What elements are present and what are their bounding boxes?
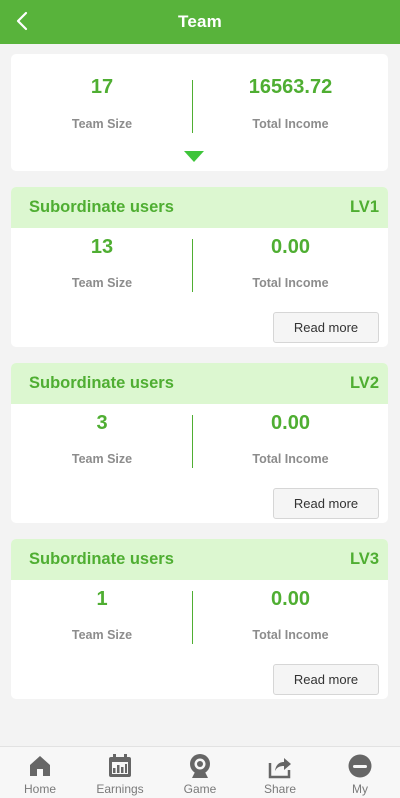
bottom-tab-bar: Home Earnings Game Share My: [0, 746, 400, 798]
total-income-stat: 0.00 Total Income: [193, 236, 388, 290]
total-income-label: Total Income: [252, 117, 329, 131]
total-income-value: 0.00: [271, 412, 310, 434]
triangle-down-icon: [184, 151, 204, 162]
total-income-label: Total Income: [252, 628, 329, 642]
share-icon: [268, 758, 291, 779]
calendar-chart-icon: [109, 754, 131, 777]
team-size-label: Team Size: [71, 276, 133, 290]
level-badge: LV2: [349, 374, 379, 392]
team-size-value: 3: [96, 412, 108, 434]
level-card-header: Subordinate users LV3: [11, 539, 388, 580]
team-size-value: 13: [90, 236, 114, 258]
total-income-value: 0.00: [271, 236, 310, 258]
level-card-title: Subordinate users: [29, 198, 174, 216]
tab-share[interactable]: Share: [240, 747, 320, 798]
level-card-body: 3 Team Size 0.00 Total Income Read more: [11, 404, 388, 523]
level-card-header: Subordinate users LV2: [11, 363, 388, 404]
level-card-lv1: Subordinate users LV1 13 Team Size 0.00 …: [11, 187, 388, 347]
level-card-lv3: Subordinate users LV3 1 Team Size 0.00 T…: [11, 539, 388, 699]
tab-label: My: [352, 782, 368, 796]
team-size-stat: 17 Team Size: [11, 76, 193, 131]
total-income-value: 0.00: [271, 588, 310, 610]
level-card-lv2: Subordinate users LV2 3 Team Size 0.00 T…: [11, 363, 388, 523]
team-size-label: Team Size: [71, 452, 133, 466]
total-income-stat: 0.00 Total Income: [193, 412, 388, 466]
app-root: Team 17 Team Size 16563.72 Total Income …: [0, 0, 400, 798]
team-size-stat: 13 Team Size: [11, 236, 193, 290]
level-card-header: Subordinate users LV1: [11, 187, 388, 228]
tab-label: Share: [263, 782, 297, 796]
profile-icon: [348, 754, 372, 778]
team-size-label: Team Size: [71, 117, 133, 131]
level-badge: LV1: [349, 198, 379, 216]
team-summary-card: 17 Team Size 16563.72 Total Income: [11, 54, 388, 171]
tab-label: Game: [183, 782, 217, 796]
team-size-label: Team Size: [71, 628, 133, 642]
level-card-title: Subordinate users: [29, 550, 174, 568]
total-income-label: Total Income: [252, 276, 329, 290]
read-more-button[interactable]: Read more: [273, 312, 379, 343]
tab-my[interactable]: My: [320, 747, 400, 798]
level-card-body: 13 Team Size 0.00 Total Income Read more: [11, 228, 388, 347]
level-badge: LV3: [349, 550, 379, 568]
level-card-title: Subordinate users: [29, 374, 174, 392]
total-income-label: Total Income: [252, 452, 329, 466]
level-card-body: 1 Team Size 0.00 Total Income Read more: [11, 580, 388, 699]
total-income-stat: 16563.72 Total Income: [193, 76, 388, 131]
chevron-left-icon: [16, 11, 28, 31]
tab-label: Home: [23, 782, 56, 796]
webcam-icon: [190, 754, 210, 778]
home-icon: [30, 756, 50, 776]
read-more-button[interactable]: Read more: [273, 488, 379, 519]
total-income-value: 16563.72: [248, 76, 333, 98]
tab-earnings[interactable]: Earnings: [80, 747, 160, 798]
team-size-stat: 1 Team Size: [11, 588, 193, 642]
back-button[interactable]: [8, 6, 36, 36]
total-income-stat: 0.00 Total Income: [193, 588, 388, 642]
team-size-value: 1: [96, 588, 108, 610]
tab-home[interactable]: Home: [0, 747, 80, 798]
tab-game[interactable]: Game: [160, 747, 240, 798]
team-size-value: 17: [90, 76, 114, 98]
read-more-button[interactable]: Read more: [273, 664, 379, 695]
top-bar: Team: [0, 0, 400, 44]
page-title: Team: [178, 12, 222, 31]
tab-label: Earnings: [96, 782, 144, 796]
team-size-stat: 3 Team Size: [11, 412, 193, 466]
